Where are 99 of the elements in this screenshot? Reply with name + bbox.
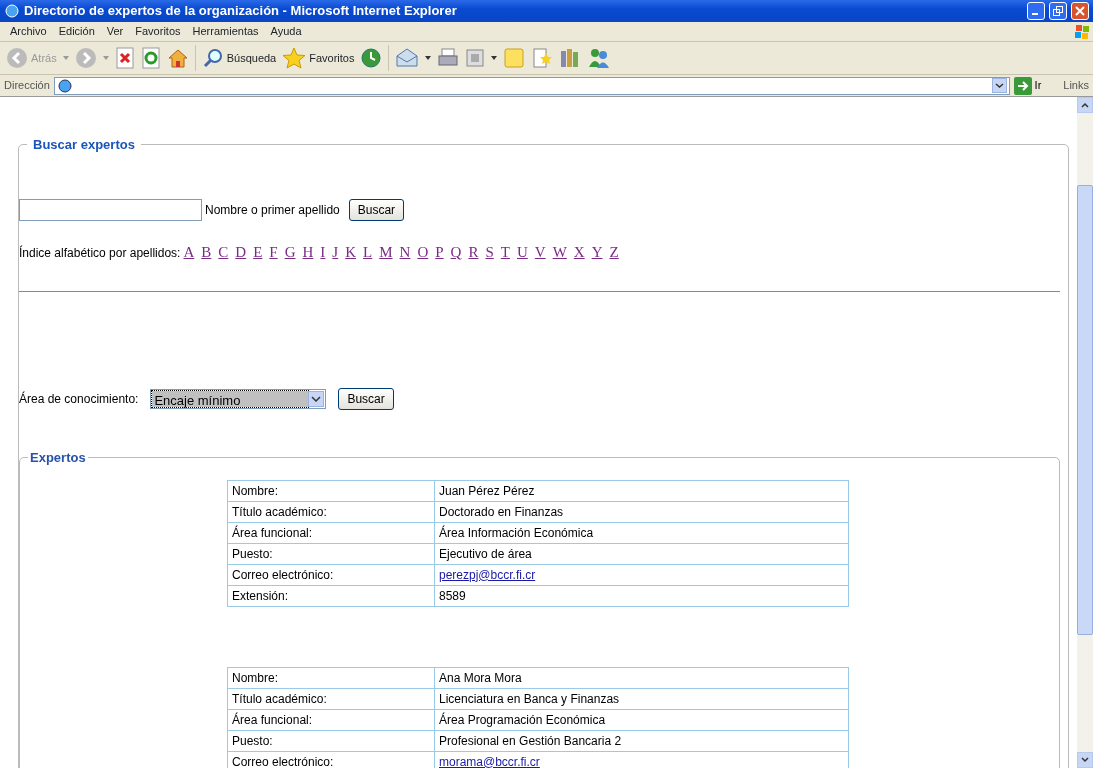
dropdown-arrow-icon: [102, 56, 109, 60]
area-dropdown[interactable]: Encaje mínimo: [150, 389, 327, 409]
letter-link[interactable]: X: [573, 240, 585, 263]
home-icon: [166, 47, 189, 69]
letter-link[interactable]: H: [302, 240, 314, 263]
star-icon: [282, 47, 307, 69]
letter-link[interactable]: W: [552, 240, 567, 263]
dropdown-icon: [991, 78, 1007, 93]
letter-link[interactable]: I: [320, 240, 326, 263]
field-value: Área Programación Económica: [434, 709, 849, 730]
field-value: Área Información Económica: [434, 522, 849, 543]
menu-item[interactable]: Edición: [52, 23, 101, 40]
field-label: Título académico:: [227, 501, 435, 522]
people-icon: [587, 47, 612, 69]
menu-item[interactable]: Herramientas: [186, 23, 265, 40]
window-icon: [465, 48, 486, 68]
field-value: Licenciatura en Banca y Finanzas: [434, 688, 849, 709]
dropdown-arrow-icon: [491, 56, 498, 60]
note-icon: [503, 47, 526, 69]
letter-link[interactable]: O: [417, 240, 429, 263]
letter-link[interactable]: R: [468, 240, 479, 263]
letter-link[interactable]: F: [269, 240, 278, 263]
section-title: Buscar expertos: [32, 136, 136, 154]
address-field[interactable]: [53, 76, 1010, 95]
field-label: Nombre:: [227, 480, 435, 501]
field-value: Profesional en Gestión Bancaria 2: [434, 730, 849, 751]
field-value: Ejecutivo de área: [434, 543, 849, 564]
field-value: Ana Mora Mora: [434, 667, 849, 688]
letter-link[interactable]: V: [534, 240, 546, 263]
printer-icon: [437, 47, 460, 69]
window-title: Directorio de expertos de la organización - Microsoft Internet Explorer: [24, 2, 458, 21]
field-label: Correo electrónico:: [227, 751, 435, 768]
favorites-button[interactable]: Favoritos: [282, 47, 355, 69]
field-value: Doctorado en Finanzas: [434, 501, 849, 522]
restore-icon: [1053, 6, 1063, 16]
browser-icon: [4, 3, 20, 19]
letter-link[interactable]: Z: [609, 240, 619, 263]
history-icon: [360, 47, 383, 69]
field-label: Puesto:: [227, 730, 435, 751]
letter-link[interactable]: L: [363, 240, 373, 263]
section-title: Expertos: [29, 449, 87, 467]
dropdown-arrow-icon: [425, 56, 432, 60]
refresh-icon: [140, 47, 161, 69]
email-link[interactable]: perezpj@bccr.fi.cr: [439, 567, 536, 582]
letter-link[interactable]: N: [399, 240, 411, 263]
letter-link[interactable]: B: [201, 240, 212, 263]
search-button[interactable]: Búsqueda: [201, 47, 277, 69]
links-button[interactable]: Links: [1063, 77, 1089, 94]
letter-link[interactable]: A: [183, 240, 195, 263]
field-label: Título académico:: [227, 688, 435, 709]
field-label: Nombre:: [227, 667, 435, 688]
email-link[interactable]: morama@bccr.fi.cr: [439, 754, 540, 768]
letter-link[interactable]: G: [284, 240, 296, 263]
field-label: Puesto:: [227, 543, 435, 564]
menu-item[interactable]: Ver: [100, 23, 130, 40]
go-button[interactable]: Ir: [1013, 76, 1042, 95]
letter-link[interactable]: J: [332, 240, 339, 263]
letter-link[interactable]: M: [379, 240, 393, 263]
dropdown-icon: [311, 396, 322, 402]
letter-link[interactable]: Q: [450, 240, 462, 263]
letter-link[interactable]: C: [218, 240, 229, 263]
search-button[interactable]: Buscar: [338, 388, 394, 410]
close-icon: [1075, 6, 1085, 16]
dropdown-arrow-icon: [62, 56, 69, 60]
menu-item[interactable]: Archivo: [4, 23, 53, 40]
index-label: Índice alfabético por apellidos:: [19, 244, 181, 262]
scroll-thumb[interactable]: [1077, 185, 1093, 635]
field-label: Extensión:: [227, 585, 435, 606]
letter-link[interactable]: P: [435, 240, 444, 263]
close-button[interactable]: [1071, 2, 1089, 20]
scroll-down-button[interactable]: [1077, 752, 1093, 768]
field-label: Área funcional:: [227, 709, 435, 730]
letter-link[interactable]: E: [253, 240, 263, 263]
name-field[interactable]: [19, 198, 202, 221]
letter-link[interactable]: K: [345, 240, 357, 263]
field-label: Correo electrónico:: [227, 564, 435, 585]
letter-link[interactable]: U: [516, 240, 528, 263]
scrollbar[interactable]: [1077, 97, 1093, 768]
field-value: Juan Pérez Pérez: [434, 480, 849, 501]
letter-link[interactable]: T: [500, 240, 510, 263]
letter-link[interactable]: S: [485, 240, 494, 263]
maximize-button[interactable]: [1049, 2, 1067, 20]
field-value: 8589: [434, 585, 849, 606]
menu-item[interactable]: Ayuda: [264, 23, 308, 40]
magnifier-icon: [201, 47, 224, 69]
page-star-icon: [531, 47, 554, 69]
minimize-button[interactable]: [1027, 2, 1045, 20]
letter-link[interactable]: Y: [591, 240, 603, 263]
scroll-up-button[interactable]: [1077, 97, 1093, 113]
letter-link[interactable]: D: [235, 240, 247, 263]
area-label: Área de conocimiento:: [19, 390, 139, 408]
menu-item[interactable]: Favoritos: [129, 23, 187, 40]
search-button[interactable]: Buscar: [348, 198, 405, 221]
mail-icon: [395, 47, 420, 69]
field-label: Nombre o primer apellido: [205, 201, 340, 219]
field-label: Área funcional:: [227, 522, 435, 543]
page-icon: [56, 77, 73, 94]
stop-icon: [114, 47, 135, 69]
address-label: Dirección: [4, 78, 50, 94]
